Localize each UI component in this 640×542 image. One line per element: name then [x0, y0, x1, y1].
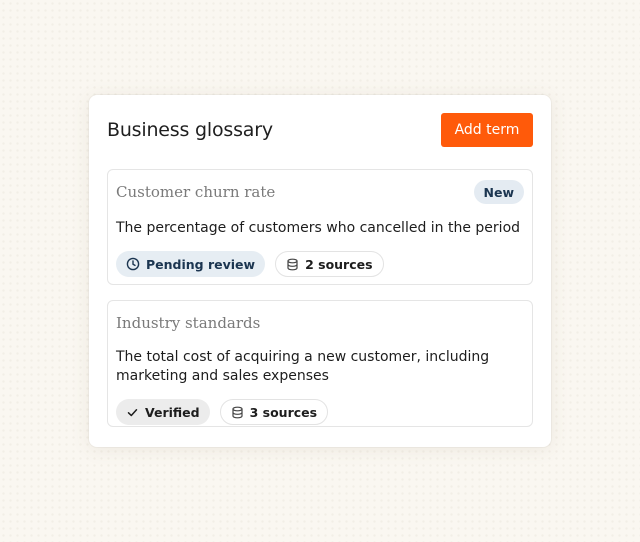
term-chips: Verified 3 sources — [116, 399, 522, 425]
add-term-button[interactable]: Add term — [441, 113, 533, 147]
term-card[interactable]: Customer churn rate New The percentage o… — [107, 169, 533, 285]
sources-label: 3 sources — [249, 404, 318, 420]
term-header: Industry standards — [116, 313, 522, 333]
status-label: Pending review — [146, 256, 256, 272]
term-header: Customer churn rate New — [116, 180, 524, 204]
sources-badge[interactable]: 2 sources — [275, 251, 384, 277]
term-description: The total cost of acquiring a new custom… — [116, 348, 522, 386]
term-description: The percentage of customers who cancelle… — [116, 220, 521, 236]
term-description-line: marketing and sales expenses — [116, 368, 329, 384]
term-description-line: The total cost of acquiring a new custom… — [116, 349, 490, 365]
page-title: Business glossary — [107, 119, 273, 141]
status-badge[interactable]: Verified — [116, 399, 210, 425]
term-chips: Pending review 2 sources — [116, 251, 522, 277]
database-icon — [287, 258, 298, 270]
status-badge[interactable]: Pending review — [116, 251, 266, 277]
clock-icon — [126, 257, 140, 271]
status-label: Verified — [145, 404, 200, 420]
glossary-panel: Business glossary Add term Customer chur… — [89, 95, 551, 447]
sources-badge[interactable]: 3 sources — [219, 399, 329, 425]
sources-label: 2 sources — [305, 256, 373, 272]
check-icon — [127, 408, 138, 416]
term-name: Industry standards — [116, 314, 261, 332]
term-card[interactable]: Industry standards The total cost of acq… — [107, 300, 533, 427]
panel-header: Business glossary Add term — [107, 113, 533, 147]
database-icon — [232, 406, 243, 418]
new-badge: New — [473, 180, 524, 204]
term-name: Customer churn rate — [116, 183, 276, 201]
